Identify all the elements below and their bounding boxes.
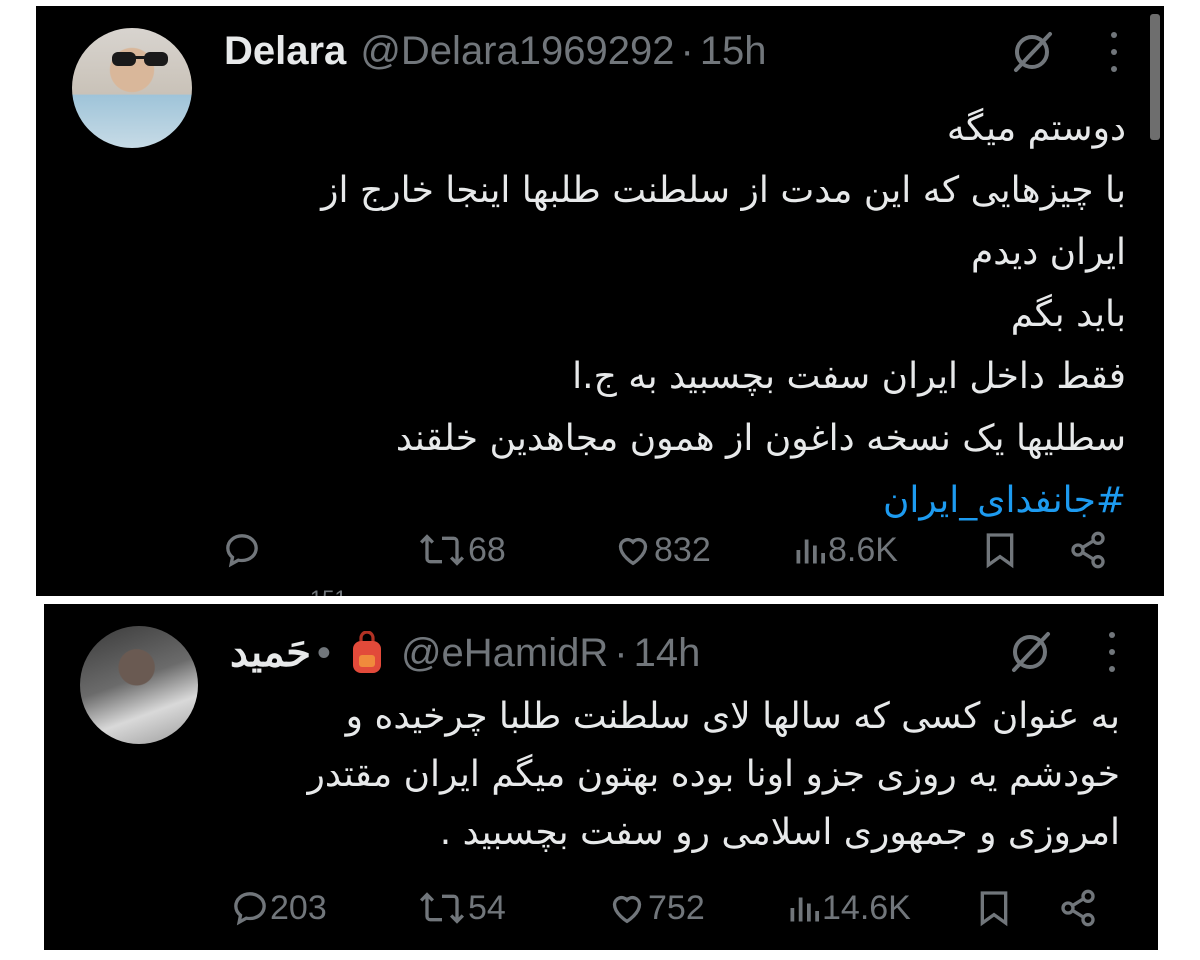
more-options-icon[interactable] — [1106, 632, 1118, 672]
more-options-icon[interactable] — [1108, 32, 1120, 72]
author-name[interactable]: حَمید — [230, 630, 311, 676]
tweet-line: باید بگم — [1010, 294, 1126, 335]
action-bar: 68 832 8.6K — [36, 530, 1164, 580]
heart-icon — [618, 537, 648, 566]
repost-icon — [419, 892, 465, 924]
tweet-top-icons — [1008, 28, 1120, 76]
backpack-icon — [347, 631, 387, 675]
timestamp[interactable]: 15h — [700, 29, 767, 74]
views-count: 8.6K — [828, 530, 898, 569]
bookmark-button[interactable] — [980, 530, 1020, 570]
separator-dot: · — [680, 28, 694, 73]
tweet-top-icons — [1006, 628, 1118, 676]
reply-button[interactable]: 203 — [230, 888, 327, 928]
views-icon — [796, 539, 825, 564]
repost-count: 68 — [468, 530, 506, 569]
views-count: 14.6K — [822, 888, 911, 927]
repost-button[interactable]: 54 — [416, 888, 506, 928]
like-button[interactable]: 832 — [612, 530, 711, 570]
bookmark-icon — [980, 891, 1008, 927]
reply-count: 203 — [270, 888, 327, 927]
repost-icon — [419, 534, 465, 566]
avatar[interactable] — [72, 28, 192, 148]
tweet-line: ایران دیدم — [970, 232, 1126, 273]
reply-icon — [234, 892, 266, 926]
share-icon — [1061, 889, 1095, 927]
partial-count: 151 — [310, 586, 347, 596]
author-name[interactable]: Delara — [224, 29, 346, 74]
scrollbar[interactable] — [1150, 14, 1160, 140]
grok-icon[interactable] — [1006, 628, 1054, 676]
like-count: 832 — [654, 530, 711, 569]
repost-count: 54 — [468, 888, 506, 927]
tweet-line: امروزی و جمهوری اسلامی رو سفت بچسبید . — [439, 812, 1120, 853]
tweet-card-hamid[interactable]: حَمید • @eHamidR · 14h به عنوان کسی که س… — [44, 604, 1158, 950]
tweet-header: حَمید • @eHamidR · 14h — [230, 628, 700, 678]
bookmark-button[interactable] — [974, 888, 1014, 928]
repost-button[interactable]: 68 — [416, 530, 506, 570]
separator-dot: · — [614, 630, 628, 675]
tweet-line: دوستم میگه — [946, 108, 1126, 149]
author-handle[interactable]: @eHamidR — [401, 631, 608, 676]
author-handle[interactable]: @Delara1969292 — [360, 29, 674, 74]
tweet-card-delara[interactable]: Delara @Delara1969292 · 15h دوستم میگه ب… — [36, 6, 1164, 596]
like-button[interactable]: 752 — [606, 888, 705, 928]
views-button[interactable]: 8.6K — [792, 530, 898, 570]
tweet-line: فقط داخل ایران سفت بچسبید به ج.ا — [572, 356, 1126, 397]
name-dot: • — [316, 630, 331, 675]
hashtag-link[interactable]: #جانفدای_ایران — [206, 470, 1126, 532]
bookmark-icon — [986, 533, 1014, 569]
share-button[interactable] — [1066, 530, 1110, 570]
sunglasses-shape — [112, 52, 168, 66]
tweet-line: خودشم یه روزی جزو اونا بوده بهتون میگم ا… — [307, 754, 1121, 795]
reply-icon — [226, 534, 258, 568]
share-icon — [1071, 531, 1105, 569]
heart-icon — [612, 895, 642, 924]
tweet-line: سطلیها یک نسخه داغون از همون مجاهدین خلق… — [395, 418, 1126, 459]
grok-icon[interactable] — [1008, 28, 1056, 76]
action-bar: 203 54 752 14.6K — [44, 888, 1158, 938]
tweet-header: Delara @Delara1969292 · 15h — [224, 26, 767, 76]
tweet-text: به عنوان کسی که سالها لای سلطنت طلبا چرخ… — [200, 688, 1121, 862]
reply-button[interactable] — [222, 530, 262, 570]
views-button[interactable]: 14.6K — [786, 888, 911, 928]
tweet-line: به عنوان کسی که سالها لای سلطنت طلبا چرخ… — [345, 696, 1120, 737]
share-button[interactable] — [1056, 888, 1100, 928]
tweet-text: دوستم میگه با چیزهایی که این مدت از سلطن… — [206, 98, 1126, 532]
timestamp[interactable]: 14h — [634, 631, 701, 676]
views-icon — [790, 897, 819, 922]
avatar[interactable] — [80, 626, 198, 744]
like-count: 752 — [648, 888, 705, 927]
tweet-line: با چیزهایی که این مدت از سلطنت طلبها این… — [321, 170, 1126, 211]
